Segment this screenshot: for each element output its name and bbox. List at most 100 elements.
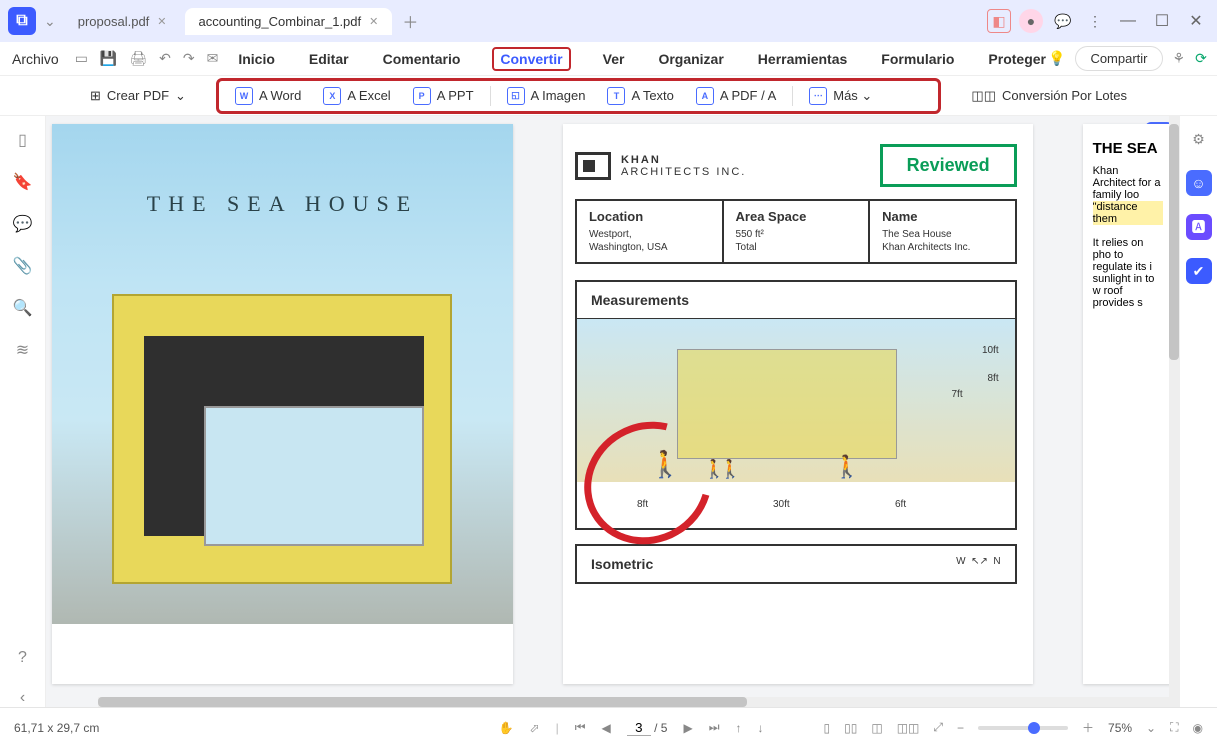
tab-strip: proposal.pdf ✕ accounting_Combinar_1.pdf… xyxy=(62,5,987,37)
mail-icon[interactable]: ✉ xyxy=(207,50,219,67)
fullscreen-icon[interactable]: ⛶ xyxy=(1170,720,1178,735)
more-icon[interactable]: ⋮ xyxy=(1083,9,1107,33)
attachment-icon[interactable]: 📎 xyxy=(13,256,33,276)
first-page-icon[interactable]: ⏮ xyxy=(575,720,586,735)
menu-formulario[interactable]: Formulario xyxy=(879,47,956,71)
menu-convertir[interactable]: Convertir xyxy=(492,47,570,71)
read-mode-icon[interactable]: ◉ xyxy=(1193,721,1203,735)
add-tab-button[interactable]: ＋ xyxy=(394,5,426,37)
hand-tool-icon[interactable]: ✋ xyxy=(499,721,514,735)
zoom-slider[interactable] xyxy=(978,726,1068,730)
view-facing-icon[interactable]: ◫ xyxy=(871,721,882,735)
prev-page-icon[interactable]: ◀ xyxy=(602,721,611,735)
convert-a-pdf-a[interactable]: AA PDF / A xyxy=(686,83,786,109)
close-icon[interactable]: ✕ xyxy=(157,15,166,28)
view-down-icon[interactable]: ↓ xyxy=(758,721,764,735)
ai-assistant-icon[interactable]: ☺ xyxy=(1186,170,1212,196)
dim-left: 8ft xyxy=(637,499,648,510)
convert-a-word[interactable]: WA Word xyxy=(225,83,311,109)
menu-editar[interactable]: Editar xyxy=(307,47,351,71)
menu-proteger[interactable]: Proteger xyxy=(986,47,1048,71)
bulb-icon[interactable]: 💡 xyxy=(1048,50,1065,67)
create-pdf-button[interactable]: ⊞ Crear PDF ⌄ xyxy=(90,88,186,104)
zoom-out-icon[interactable]: − xyxy=(957,721,964,735)
tab-proposal[interactable]: proposal.pdf ✕ xyxy=(64,8,181,35)
brand-name: KHAN xyxy=(621,154,746,166)
tabs-dropdown-icon[interactable]: ⌄ xyxy=(44,13,56,30)
fit-icon[interactable]: ⤢ xyxy=(933,720,943,735)
print-icon[interactable]: 🖨 xyxy=(129,50,147,67)
bookmark-icon[interactable]: 🔖 xyxy=(13,172,33,192)
avatar-icon[interactable]: ● xyxy=(1019,9,1043,33)
scrollbar-vertical[interactable] xyxy=(1169,116,1179,707)
menu-file[interactable]: Archivo xyxy=(12,51,59,67)
layers-icon[interactable]: ≋ xyxy=(16,340,29,360)
convert-a-excel[interactable]: XA Excel xyxy=(313,83,400,109)
convert-a-ppt[interactable]: PA PPT xyxy=(403,83,484,109)
save-icon[interactable]: 💾 xyxy=(100,50,117,67)
scrollbar-horizontal[interactable] xyxy=(98,697,1179,707)
menu-herramientas[interactable]: Herramientas xyxy=(756,47,850,71)
collapse-icon[interactable]: ‹ xyxy=(20,689,25,707)
person-icon: 🚶 xyxy=(649,449,681,480)
info-cell: NameThe Sea HouseKhan Architects Inc. xyxy=(870,201,1015,262)
convert-icon: ⋯ xyxy=(809,87,827,105)
help-icon[interactable]: ? xyxy=(18,649,27,667)
select-tool-icon[interactable]: ⬀ xyxy=(530,721,540,735)
page-thumb-icon[interactable]: ▯ xyxy=(18,130,27,150)
translate-icon[interactable]: 🅰 xyxy=(1186,214,1212,240)
maximize-button[interactable]: ☐ xyxy=(1149,8,1175,34)
zoom-dropdown-icon[interactable]: ⌄ xyxy=(1146,721,1156,735)
dim-right: 6ft xyxy=(895,499,906,510)
brand-sub: ARCHITECTS INC. xyxy=(621,166,746,178)
menu-organizar[interactable]: Organizar xyxy=(656,47,725,71)
close-window-button[interactable]: ✕ xyxy=(1183,8,1209,34)
page-input[interactable] xyxy=(627,720,651,736)
batch-convert-button[interactable]: ◫◫ Conversión Por Lotes xyxy=(971,88,1127,104)
search-icon[interactable]: 🔍 xyxy=(13,298,33,318)
view-cont-icon[interactable]: ▯▯ xyxy=(844,721,857,735)
tab-accounting[interactable]: accounting_Combinar_1.pdf ✕ xyxy=(185,8,393,35)
info-cell: Area Space550 ft²Total xyxy=(724,201,871,262)
page3-text1: Khan Architect for a family loo xyxy=(1093,165,1163,201)
convert-icon: ◱ xyxy=(507,87,525,105)
tab-label: proposal.pdf xyxy=(78,14,150,29)
menu-inicio[interactable]: Inicio xyxy=(236,47,277,71)
convert-icon: A xyxy=(696,87,714,105)
convert-m-s[interactable]: ⋯Más ⌄ xyxy=(799,83,882,109)
convert-a-texto[interactable]: TA Texto xyxy=(597,83,683,109)
open-icon[interactable]: ▭ xyxy=(75,50,88,67)
next-page-icon[interactable]: ▶ xyxy=(683,721,692,735)
menu-ver[interactable]: Ver xyxy=(601,47,627,71)
dim-h2: 8ft xyxy=(988,373,999,384)
document-viewport[interactable]: W THE SEA HOUSE KHAN A xyxy=(46,116,1179,707)
share-graph-icon[interactable]: ⚘ xyxy=(1173,50,1186,67)
convert-icon: P xyxy=(413,87,431,105)
check-icon[interactable]: ✔ xyxy=(1186,258,1212,284)
zoom-in-icon[interactable]: ＋ xyxy=(1082,719,1094,736)
share-button[interactable]: Compartir xyxy=(1075,46,1162,71)
view-single-icon[interactable]: ▯ xyxy=(824,721,831,735)
comment-icon[interactable]: 💬 xyxy=(13,214,33,234)
convert-a-imagen[interactable]: ◱A Imagen xyxy=(497,83,596,109)
minimize-button[interactable]: ― xyxy=(1115,8,1141,34)
feedback-icon[interactable]: 💬 xyxy=(1051,9,1075,33)
page1-title: THE SEA HOUSE xyxy=(147,191,418,217)
convert-icon: T xyxy=(607,87,625,105)
view-up-icon[interactable]: ↑ xyxy=(736,721,742,735)
last-page-icon[interactable]: ⏭ xyxy=(709,720,720,735)
app-logo-icon: ⧉ xyxy=(8,7,36,35)
menu-comentario[interactable]: Comentario xyxy=(381,47,463,71)
create-pdf-label: Crear PDF xyxy=(107,88,169,103)
close-icon[interactable]: ✕ xyxy=(369,15,378,28)
undo-icon[interactable]: ↶ xyxy=(159,50,171,67)
measurements-title: Measurements xyxy=(577,282,1015,318)
redo-icon[interactable]: ↷ xyxy=(183,50,195,67)
notify-icon[interactable]: ◧ xyxy=(987,9,1011,33)
person-icon: 🚶 xyxy=(833,454,860,480)
dim-width: 30ft xyxy=(773,499,790,510)
cloud-icon[interactable]: ⟳ xyxy=(1195,50,1207,67)
settings-icon[interactable]: ⚙ xyxy=(1186,126,1212,152)
menubar: Archivo ▭ 💾 🖨 ↶ ↷ ✉ Inicio Editar Comentar… xyxy=(0,42,1217,76)
view-facingcont-icon[interactable]: ◫◫ xyxy=(897,721,920,735)
